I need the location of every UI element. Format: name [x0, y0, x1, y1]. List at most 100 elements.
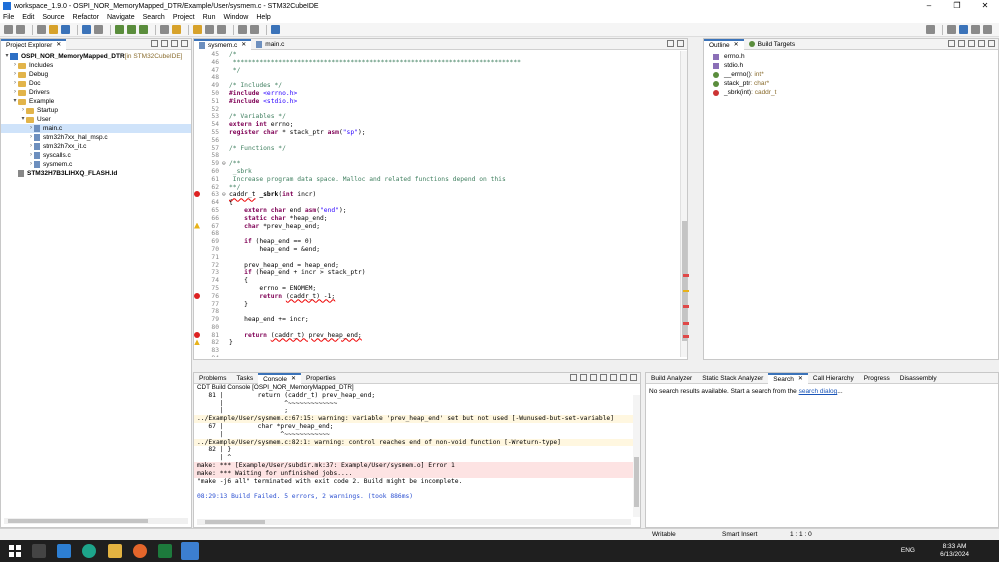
gutter-marker[interactable] [194, 207, 204, 215]
tab-problems[interactable]: Problems [194, 373, 231, 384]
code-line[interactable]: 65 extern char end asm("end"); [194, 207, 682, 215]
tree-item[interactable]: › Debug [1, 70, 191, 79]
fold-toggle-icon[interactable] [222, 59, 229, 67]
code-line[interactable]: 64 { [194, 199, 682, 207]
gutter-marker[interactable] [194, 106, 204, 114]
code-line[interactable]: 82} [194, 339, 682, 347]
fold-toggle-icon[interactable] [222, 347, 229, 355]
search-dialog-link[interactable]: search dialog [799, 388, 838, 395]
code-line[interactable]: 71 [194, 254, 682, 262]
open-perspective-icon[interactable] [947, 25, 956, 34]
overview-ruler[interactable] [682, 50, 690, 355]
fold-toggle-icon[interactable] [222, 121, 229, 129]
debug-perspective-switch-icon[interactable] [971, 25, 980, 34]
task-view-icon[interactable] [32, 544, 46, 558]
tab-outline[interactable]: Outline ✕ [704, 38, 744, 50]
back-icon[interactable] [238, 25, 247, 34]
tab-disassembly[interactable]: Disassembly [895, 373, 942, 384]
fold-toggle-icon[interactable] [222, 316, 229, 324]
gutter-marker[interactable] [194, 90, 204, 98]
fold-toggle-icon[interactable] [222, 67, 229, 75]
fold-toggle-icon[interactable] [222, 168, 229, 176]
scroll-lock-icon[interactable] [590, 374, 597, 381]
gutter-marker[interactable] [194, 160, 204, 168]
tab-project-explorer[interactable]: Project Explorer ✕ [1, 38, 67, 50]
tree-item[interactable]: › syscalls.c [1, 151, 191, 160]
tree-item[interactable]: › Includes [1, 61, 191, 70]
code-line[interactable]: 70 heap_end = &end; [194, 246, 682, 254]
maximize-view-icon[interactable] [630, 374, 637, 381]
explorer-hscrollbar[interactable] [4, 518, 188, 524]
save-icon[interactable] [16, 25, 25, 34]
fold-toggle-icon[interactable] [222, 262, 229, 270]
fold-toggle-icon[interactable] [222, 137, 229, 145]
error-icon[interactable] [194, 191, 200, 198]
menu-edit[interactable]: Edit [22, 14, 34, 21]
fold-toggle-icon[interactable] [222, 285, 229, 293]
code-line[interactable]: 52 [194, 106, 682, 114]
gutter-marker[interactable] [194, 277, 204, 285]
stm32cubeide-taskbar-icon[interactable] [181, 542, 199, 560]
forward-icon[interactable] [250, 25, 259, 34]
close-icon[interactable]: ✕ [291, 375, 296, 384]
gutter-marker[interactable] [194, 215, 204, 223]
tab-build-analyzer[interactable]: Build Analyzer [646, 373, 697, 384]
fold-toggle-icon[interactable] [222, 51, 229, 59]
menu-source[interactable]: Source [42, 14, 64, 21]
code-line[interactable]: 66 static char *heap_end; [194, 215, 682, 223]
code-line[interactable]: 51 #include <stdio.h> [194, 98, 682, 106]
code-line[interactable]: 59 ⊖/** [194, 160, 682, 168]
pin-console-icon[interactable] [600, 374, 607, 381]
menu-refactor[interactable]: Refactor [73, 14, 99, 21]
code-line[interactable]: 78 [194, 308, 682, 316]
minimize-button[interactable]: – [915, 0, 943, 12]
code-line[interactable]: 50 #include <errno.h> [194, 90, 682, 98]
gutter-marker[interactable] [194, 191, 204, 199]
next-annotation-icon[interactable] [193, 25, 202, 34]
code-line[interactable]: 55 register char * stack_ptr asm("sp"); [194, 129, 682, 137]
code-line[interactable]: 53 /* Variables */ [194, 113, 682, 121]
fold-toggle-icon[interactable] [222, 145, 229, 153]
gutter-marker[interactable] [194, 113, 204, 121]
gutter-marker[interactable] [194, 121, 204, 129]
edge-icon[interactable] [82, 544, 96, 558]
fold-toggle-icon[interactable] [222, 152, 229, 160]
fold-toggle-icon[interactable]: ⊖ [222, 160, 229, 168]
tree-item[interactable]: › sysmem.c [1, 160, 191, 169]
code-line[interactable]: 81 return (caddr_t) prev_heap_end; [194, 331, 682, 340]
console-output[interactable]: 81 | return (caddr_t) prev_heap_end; | ^… [194, 392, 640, 501]
code-line[interactable]: 69 if (heap_end == 0) [194, 238, 682, 246]
fold-toggle-icon[interactable] [222, 215, 229, 223]
gutter-marker[interactable] [194, 199, 204, 207]
tab-console[interactable]: Console ✕ [258, 372, 301, 384]
maximize-view-icon[interactable] [988, 40, 995, 47]
sort-icon[interactable] [948, 40, 955, 47]
code-line[interactable]: 76 return (caddr_t) -1; [194, 292, 682, 301]
fold-toggle-icon[interactable] [222, 332, 229, 340]
tree-item[interactable]: › main.c [1, 124, 191, 133]
tab-progress[interactable]: Progress [859, 373, 895, 384]
tab-main[interactable]: main.c [251, 39, 289, 50]
code-line[interactable]: 80 [194, 324, 682, 332]
menu-run[interactable]: Run [203, 14, 216, 21]
tree-item[interactable]: STM32H7B3LIHXQ_FLASH.ld [1, 169, 191, 178]
maximize-button[interactable]: ❐ [943, 0, 971, 12]
warning-icon[interactable] [194, 339, 200, 346]
gutter-marker[interactable] [194, 316, 204, 324]
console-vscrollbar[interactable] [633, 395, 640, 517]
gutter-marker[interactable] [194, 168, 204, 176]
warning-icon[interactable] [194, 222, 200, 229]
fold-toggle-icon[interactable] [222, 82, 229, 90]
error-icon[interactable] [194, 292, 200, 299]
link-editor-icon[interactable] [161, 40, 168, 47]
gutter-marker[interactable] [194, 308, 204, 316]
fold-toggle-icon[interactable] [222, 129, 229, 137]
excel-icon[interactable] [158, 544, 172, 558]
gutter-marker[interactable] [194, 238, 204, 246]
fold-toggle-icon[interactable] [222, 339, 229, 347]
external-tools-icon[interactable] [139, 25, 148, 34]
code-line[interactable]: 45 /* [194, 51, 682, 59]
fold-toggle-icon[interactable] [222, 293, 229, 301]
menu-navigate[interactable]: Navigate [107, 14, 135, 21]
tab-sysmem[interactable]: sysmem.c ✕ [194, 38, 252, 50]
